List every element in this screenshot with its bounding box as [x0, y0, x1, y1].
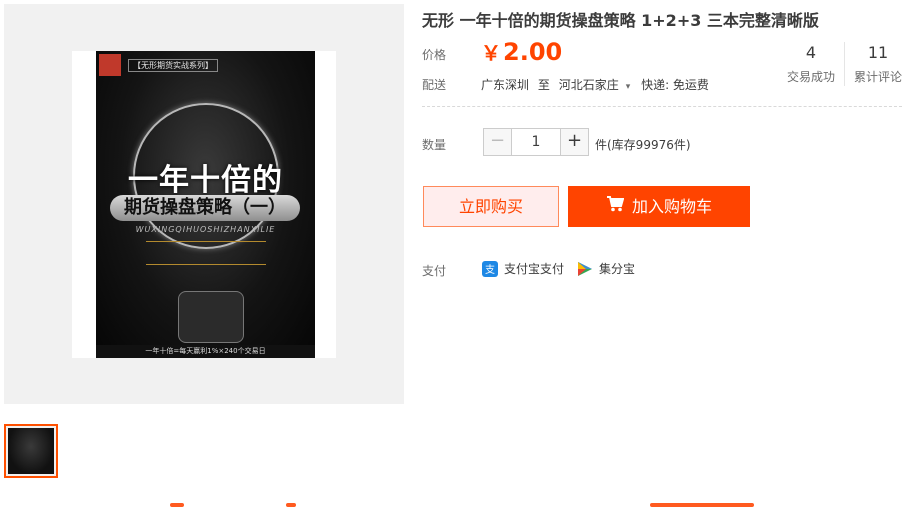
cropped-element	[286, 503, 296, 507]
stat-sales: 4 交易成功	[781, 43, 841, 85]
publisher-logo	[99, 54, 121, 76]
ship-method: 快递: 免运费	[641, 78, 709, 92]
cover-main-title: 一年十倍的	[128, 163, 283, 198]
increase-button[interactable]: +	[560, 129, 588, 155]
sales-count: 4	[805, 43, 817, 62]
cover-badge	[178, 291, 244, 343]
jifenbao-icon	[577, 261, 593, 277]
ship-from: 广东深圳	[481, 78, 530, 92]
ship-destination: 河北石家庄	[558, 78, 619, 92]
divider	[422, 106, 902, 107]
payment-jifenbao: 集分宝	[577, 260, 635, 277]
quantity-stepper: − +	[483, 128, 589, 156]
reviews-count: 11	[867, 43, 889, 62]
shipping-info: 广东深圳 至 河北石家庄 ▾ 快递: 免运费	[481, 76, 714, 93]
stock-info: 件(库存99976件)	[595, 138, 691, 152]
currency-symbol: ￥	[481, 41, 501, 65]
svg-text:支: 支	[485, 264, 495, 276]
cover-subtitle: 期货操盘策略（一）	[110, 195, 300, 221]
alipay-icon: 支	[482, 260, 498, 277]
quantity-label: 数量	[422, 138, 447, 152]
stats-divider	[844, 42, 845, 86]
cropped-element	[170, 503, 184, 507]
stat-reviews[interactable]: 11 累计评论	[848, 43, 907, 85]
main-product-image[interactable]: 【无形期货实战系列】 一年十倍的 期货操盘策略（一） WUXINGQIHUOSH…	[4, 4, 404, 404]
price-label: 价格	[422, 48, 447, 62]
price-amount: 2.00	[503, 38, 563, 66]
payment-alipay: 支 支付宝支付	[482, 260, 564, 277]
cover-pinyin: WUXINGQIHUOSHIZHANXILIE	[135, 225, 276, 234]
ship-destination-select[interactable]: 河北石家庄 ▾	[559, 78, 633, 92]
reviews-caption: 累计评论	[853, 70, 902, 84]
payment-label: 支付	[422, 264, 447, 278]
thumbnail-image	[8, 428, 54, 474]
ship-to-word: 至	[537, 78, 550, 92]
add-to-cart-label: 加入购物车	[631, 197, 712, 216]
cart-icon	[606, 186, 625, 227]
book-cover: 【无形期货实战系列】 一年十倍的 期货操盘策略（一） WUXINGQIHUOSH…	[96, 51, 315, 358]
buy-now-button[interactable]: 立即购买	[423, 186, 559, 227]
quantity-input[interactable]	[512, 129, 560, 155]
alipay-label: 支付宝支付	[504, 262, 565, 276]
book-cover-image: 【无形期货实战系列】 一年十倍的 期货操盘策略（一） WUXINGQIHUOSH…	[72, 51, 336, 358]
image-thumbnail[interactable]	[4, 424, 58, 478]
cropped-element	[650, 503, 754, 507]
decrease-button[interactable]: −	[484, 129, 512, 155]
chevron-down-icon: ▾	[625, 82, 631, 92]
cover-tagline-lines	[146, 241, 266, 265]
add-to-cart-button[interactable]: 加入购物车	[568, 186, 750, 227]
cover-series: 【无形期货实战系列】	[128, 59, 218, 72]
cover-bottom-text: 一年十倍=每天赢利1%×240个交易日	[96, 345, 315, 358]
product-title: 无形 一年十倍的期货操盘策略 1+2+3 三本完整清晰版	[422, 11, 819, 30]
price-value: ￥2.00	[481, 37, 562, 66]
sales-caption: 交易成功	[786, 70, 835, 84]
jifenbao-label: 集分宝	[599, 262, 636, 276]
shipping-label: 配送	[422, 78, 447, 92]
